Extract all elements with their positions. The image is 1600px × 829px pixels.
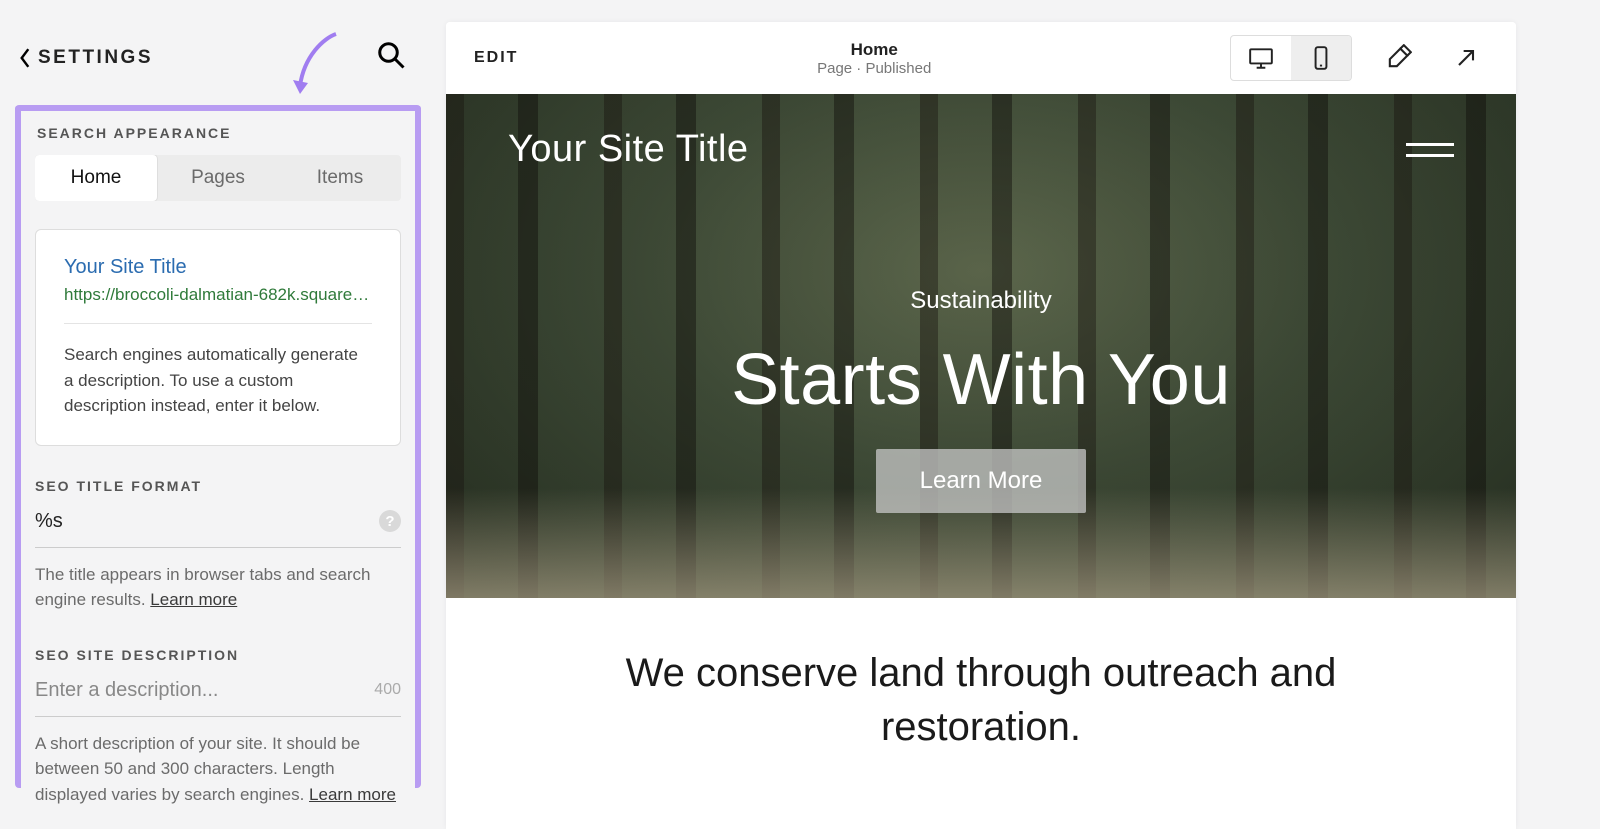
- menu-button[interactable]: [1406, 143, 1454, 157]
- tab-home[interactable]: Home: [35, 155, 157, 201]
- mobile-icon: [1308, 45, 1334, 71]
- search-icon: [376, 40, 406, 70]
- hero-header: Your Site Title: [446, 94, 1516, 171]
- preview-topbar: EDIT Home Page · Published: [446, 22, 1516, 94]
- seo-title-format-help: The title appears in browser tabs and se…: [35, 562, 401, 613]
- tagline: We conserve land through outreach and re…: [446, 598, 1516, 754]
- learn-more-link[interactable]: Learn more: [309, 785, 396, 804]
- paintbrush-icon: [1384, 44, 1412, 72]
- hamburger-line: [1406, 154, 1454, 157]
- device-toggle: [1230, 35, 1352, 81]
- search-appearance-tabs: Home Pages Items: [35, 155, 401, 201]
- seo-site-description-row: 400: [35, 679, 401, 717]
- styles-button[interactable]: [1376, 36, 1420, 80]
- chevron-left-icon: [18, 47, 32, 69]
- page-status: Page · Published: [817, 60, 931, 77]
- preview-title: Your Site Title: [64, 256, 372, 279]
- page-title-block: Home Page · Published: [817, 40, 931, 77]
- hamburger-line: [1406, 143, 1454, 146]
- preview-url: https://broccoli-dalmatian-682k.squares.…: [64, 285, 372, 324]
- search-preview-card: Your Site Title https://broccoli-dalmati…: [35, 229, 401, 446]
- search-button[interactable]: [376, 40, 406, 75]
- desktop-icon: [1248, 45, 1274, 71]
- desktop-view-button[interactable]: [1231, 36, 1291, 80]
- seo-site-description-input[interactable]: [35, 679, 374, 702]
- expand-button[interactable]: [1444, 36, 1488, 80]
- search-appearance-section: SEARCH APPEARANCE Home Pages Items Your …: [15, 105, 421, 788]
- learn-more-link[interactable]: Learn more: [150, 590, 237, 609]
- seo-site-description-help: A short description of your site. It sho…: [35, 731, 401, 808]
- expand-icon: [1452, 44, 1480, 72]
- tab-pages[interactable]: Pages: [157, 155, 279, 201]
- seo-title-format-input[interactable]: [35, 510, 379, 533]
- edit-button[interactable]: EDIT: [474, 49, 518, 67]
- hero-heading: Starts With You: [731, 339, 1231, 421]
- sidebar-header: SETTINGS: [0, 40, 436, 75]
- help-icon[interactable]: ?: [379, 510, 401, 532]
- topbar-actions: [1230, 35, 1488, 81]
- hero-eyebrow: Sustainability: [910, 287, 1051, 315]
- seo-title-format-label: SEO TITLE FORMAT: [35, 478, 401, 494]
- page-preview: EDIT Home Page · Published You: [446, 22, 1516, 829]
- char-count: 400: [374, 681, 401, 699]
- tab-items[interactable]: Items: [279, 155, 401, 201]
- back-button[interactable]: SETTINGS: [18, 47, 153, 69]
- seo-site-description-label: SEO SITE DESCRIPTION: [35, 647, 401, 663]
- preview-description: Search engines automatically generate a …: [64, 342, 372, 419]
- hero-section: Your Site Title Sustainability Starts Wi…: [446, 94, 1516, 598]
- hero-content: Sustainability Starts With You Learn Mor…: [446, 171, 1516, 598]
- back-label: SETTINGS: [38, 47, 153, 69]
- page-title: Home: [817, 40, 931, 60]
- mobile-view-button[interactable]: [1291, 36, 1351, 80]
- site-title[interactable]: Your Site Title: [508, 128, 749, 171]
- section-label: SEARCH APPEARANCE: [37, 125, 401, 141]
- learn-more-button[interactable]: Learn More: [876, 449, 1087, 513]
- seo-title-format-row: ?: [35, 510, 401, 548]
- settings-sidebar: SETTINGS SEARCH APPEARANCE Home Pages It…: [0, 0, 436, 829]
